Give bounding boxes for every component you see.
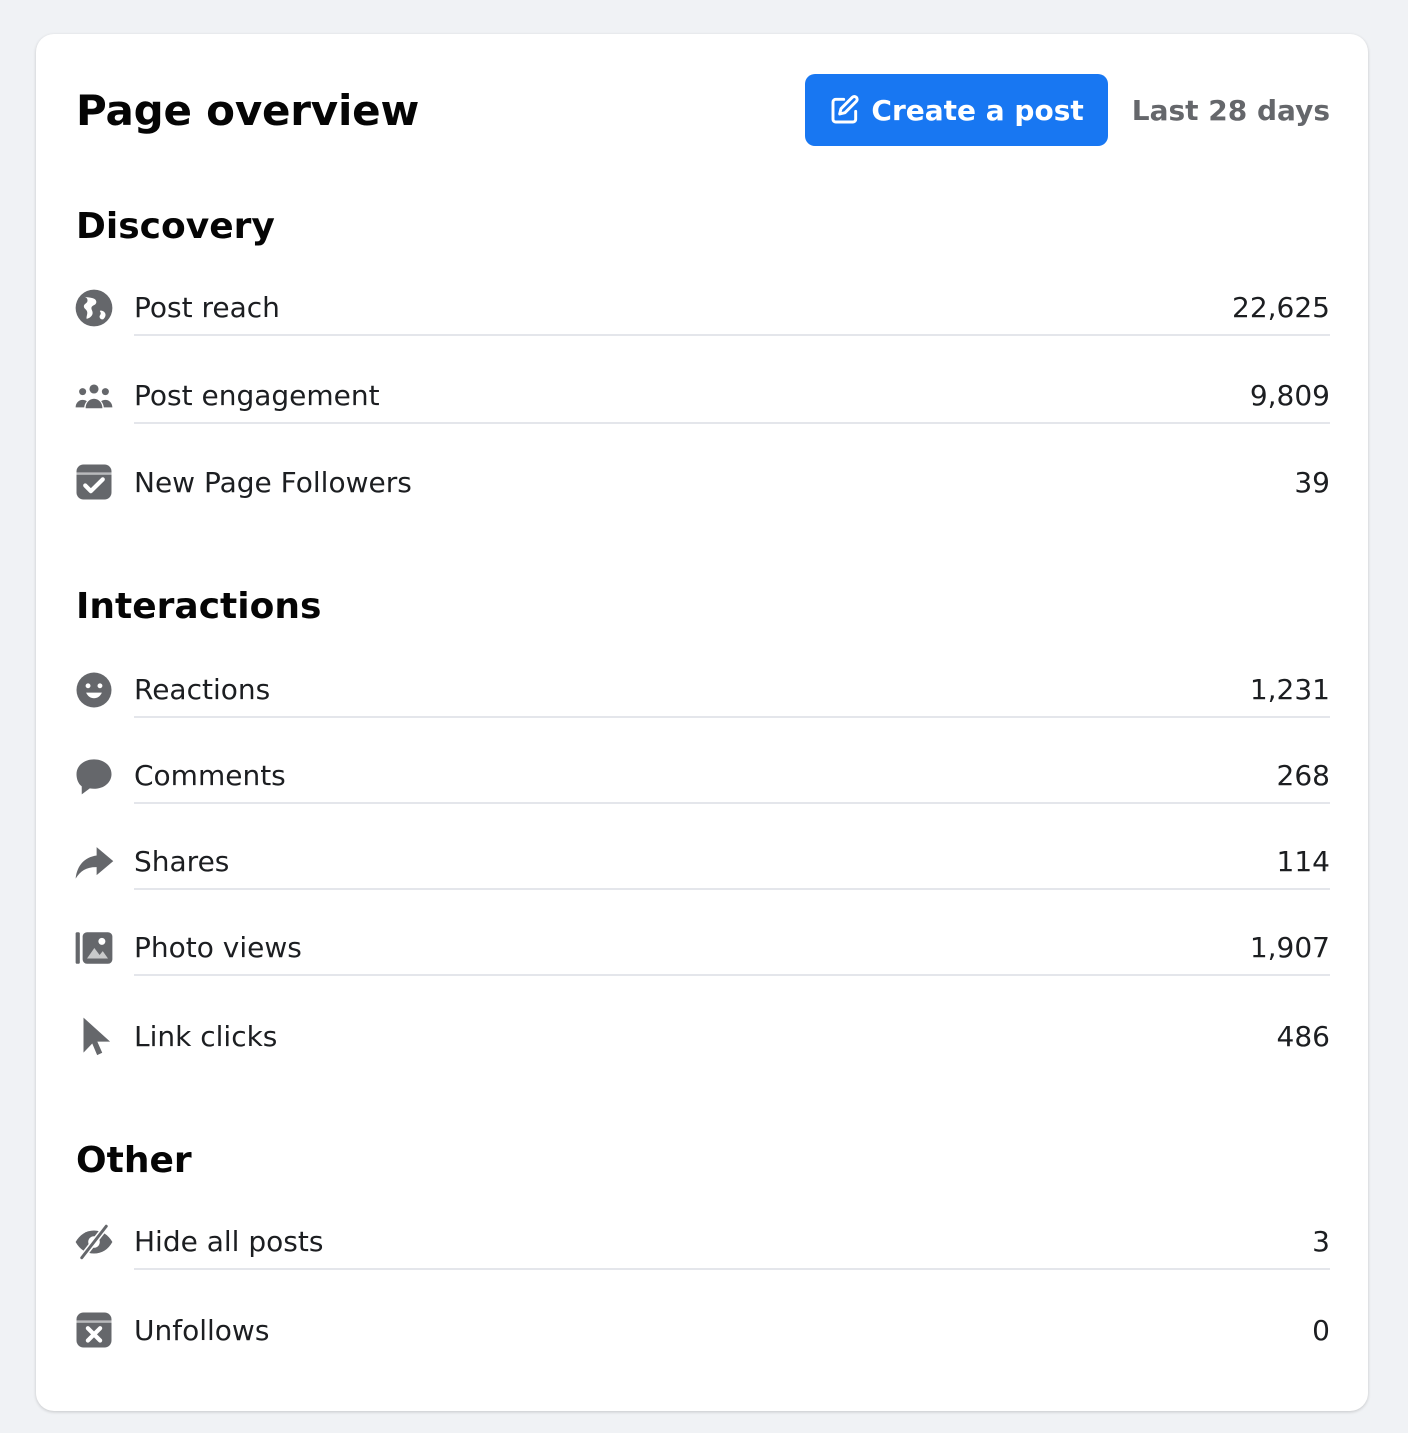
- page-title: Page overview: [76, 85, 420, 135]
- stat-value: 1,907: [1249, 930, 1330, 964]
- stat-row-shares: Shares 114: [72, 834, 1330, 890]
- share-arrow-icon: [75, 847, 114, 879]
- edit-icon: [831, 95, 860, 124]
- stat-row-reactions: Reactions 1,231: [72, 662, 1330, 718]
- stat-row-comments: Comments 268: [72, 748, 1330, 804]
- follow-check-icon: [76, 464, 112, 500]
- stat-label: Post reach: [134, 290, 280, 324]
- stat-row-link-clicks: Link clicks 486: [72, 1008, 1330, 1064]
- section-title-other: Other: [76, 1140, 192, 1181]
- smiley-icon: [76, 672, 112, 708]
- stat-value: 486: [1276, 1019, 1330, 1053]
- stat-value: 0: [1312, 1313, 1330, 1347]
- eye-slash-icon: [75, 1223, 113, 1261]
- stat-value: 114: [1276, 844, 1330, 878]
- stat-value: 22,625: [1232, 290, 1330, 324]
- stat-row-new-page-followers: New Page Followers 39: [72, 454, 1330, 510]
- create-post-label: Create a post: [871, 93, 1084, 127]
- cursor-icon: [83, 1017, 111, 1056]
- section-title-interactions: Interactions: [76, 586, 322, 627]
- stat-label: Comments: [134, 758, 286, 792]
- stat-value: 39: [1294, 465, 1330, 499]
- unfollow-x-icon: [76, 1312, 112, 1348]
- stat-label: Shares: [134, 844, 230, 878]
- stat-row-post-reach: Post reach 22,625: [72, 280, 1330, 336]
- page-overview-card: Page overview Create a post Last 28 days…: [36, 34, 1368, 1411]
- globe-icon: [75, 289, 113, 327]
- stat-label: Photo views: [134, 930, 302, 964]
- stat-label: Reactions: [134, 672, 271, 706]
- stat-row-hide-all-posts: Hide all posts 3: [72, 1214, 1330, 1270]
- stat-value: 3: [1312, 1224, 1330, 1258]
- people-icon: [75, 384, 113, 409]
- stat-row-post-engagement: Post engagement 9,809: [72, 368, 1330, 424]
- stat-value: 268: [1276, 758, 1330, 792]
- stat-label: Post engagement: [134, 378, 380, 412]
- stat-label: Hide all posts: [134, 1224, 324, 1258]
- date-range-label: Last 28 days: [1131, 93, 1330, 127]
- stat-row-unfollows: Unfollows 0: [72, 1302, 1330, 1358]
- stat-label: Unfollows: [134, 1313, 270, 1347]
- stat-row-photo-views: Photo views 1,907: [72, 920, 1330, 976]
- photo-icon: [75, 932, 113, 964]
- stat-label: Link clicks: [134, 1019, 278, 1053]
- create-post-button[interactable]: Create a post: [805, 74, 1108, 146]
- card-header: Page overview Create a post Last 28 days: [76, 74, 1330, 146]
- stat-label: New Page Followers: [134, 465, 412, 499]
- comment-icon: [76, 759, 112, 795]
- stat-value: 9,809: [1249, 378, 1330, 412]
- stat-value: 1,231: [1249, 672, 1330, 706]
- section-title-discovery: Discovery: [76, 206, 275, 247]
